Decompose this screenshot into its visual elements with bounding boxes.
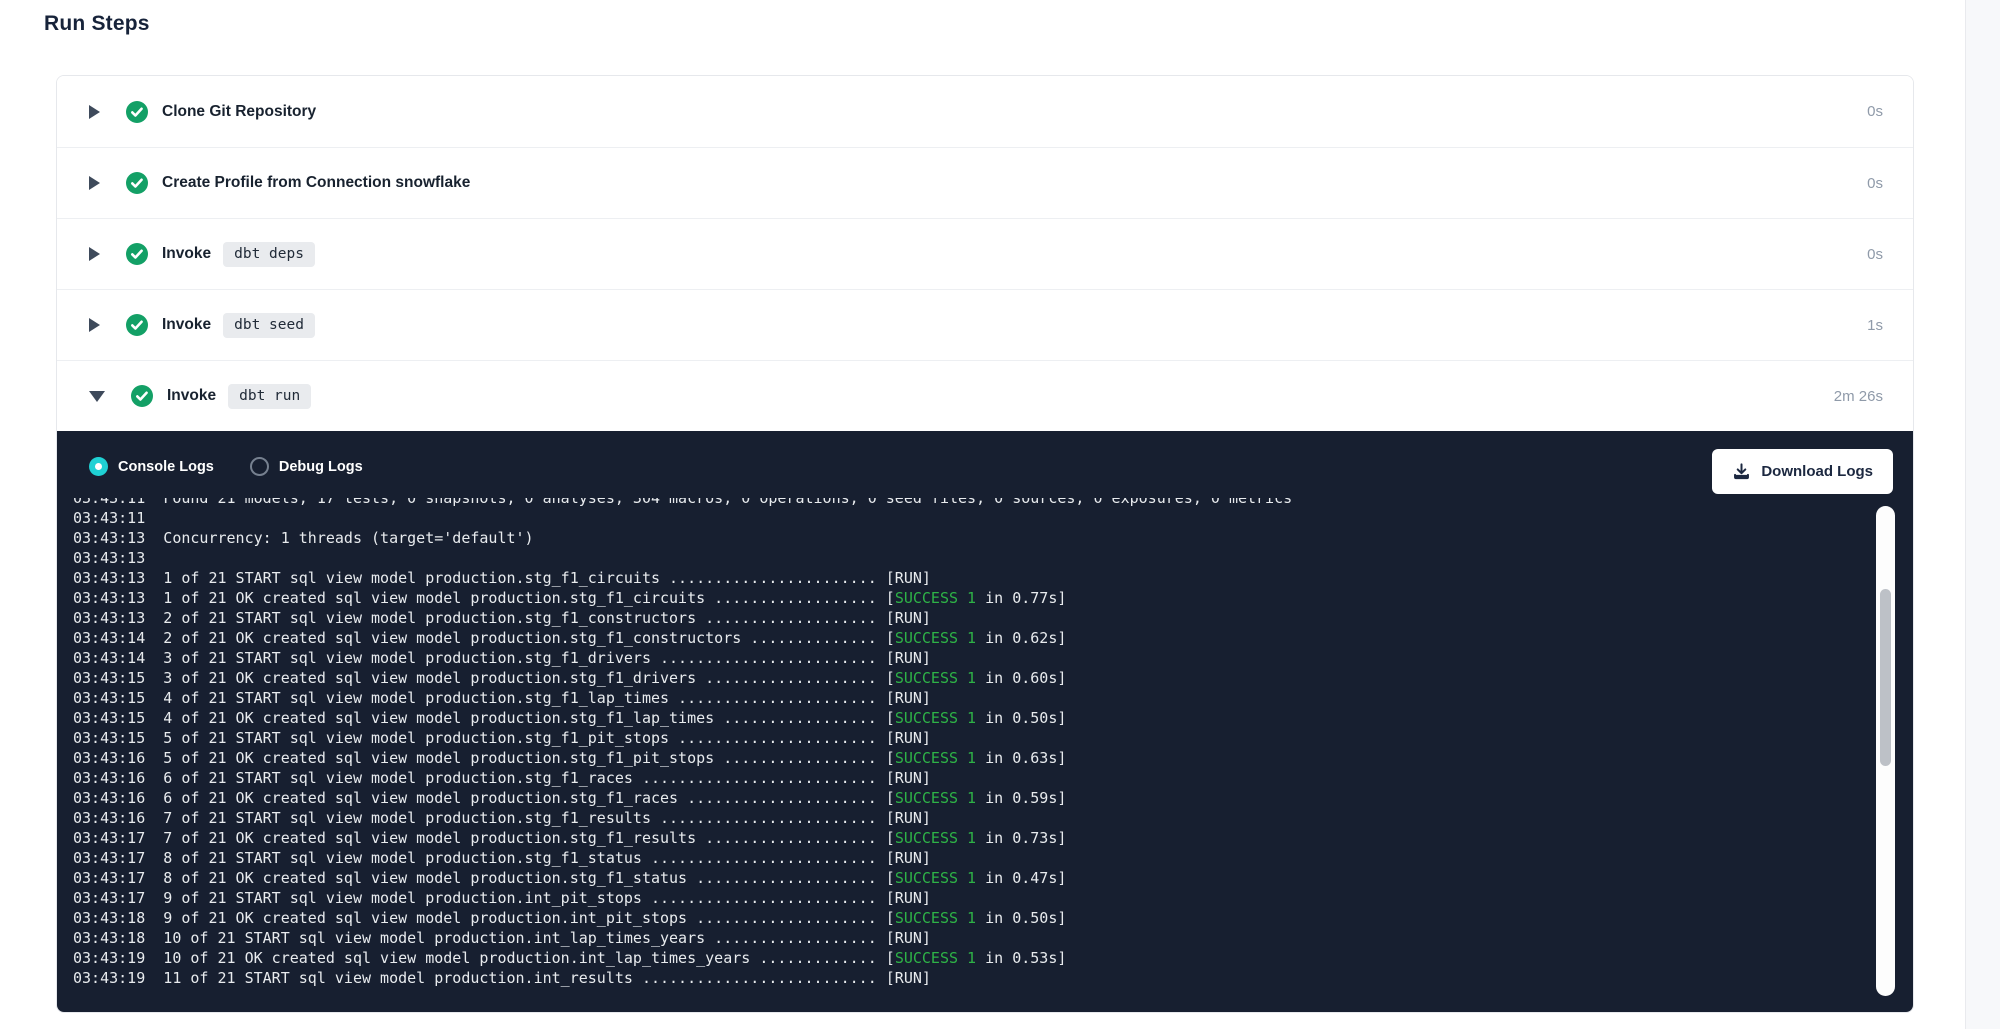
step-duration: 0s [1867, 103, 1883, 120]
step-duration: 2m 26s [1834, 388, 1883, 405]
step-duration: 0s [1867, 246, 1883, 263]
step-label: Create Profile from Connection snowflake [162, 174, 470, 192]
log-line: 03:43:17 7 of 21 OK created sql view mod… [73, 828, 1867, 848]
step-expander-triangle-icon [89, 247, 100, 261]
log-line: 03:43:14 2 of 21 OK created sql view mod… [73, 628, 1867, 648]
log-line: 03:43:16 5 of 21 OK created sql view mod… [73, 748, 1867, 768]
log-line: 03:43:16 6 of 21 START sql view model pr… [73, 768, 1867, 788]
log-line: 03:43:15 4 of 21 START sql view model pr… [73, 688, 1867, 708]
step-row[interactable]: Invoke dbt deps 0s [57, 218, 1913, 289]
download-logs-label: Download Logs [1761, 463, 1873, 480]
log-line: 03:43:15 3 of 21 OK created sql view mod… [73, 668, 1867, 688]
step-expander-triangle-icon [89, 176, 100, 190]
run-steps-card: Clone Git Repository 0s Create Profile f… [56, 75, 1914, 1013]
console-logs-radio[interactable] [89, 457, 108, 476]
step-success-check-icon [126, 243, 148, 265]
log-line: 03:43:17 9 of 21 START sql view model pr… [73, 888, 1867, 908]
log-line: 03:43:18 10 of 21 START sql view model p… [73, 928, 1867, 948]
step-row[interactable]: Create Profile from Connection snowflake… [57, 147, 1913, 218]
log-scrollbar-track[interactable] [1876, 506, 1895, 996]
log-line: 03:43:13 [73, 548, 1867, 568]
log-line: 03:43:16 6 of 21 OK created sql view mod… [73, 788, 1867, 808]
step-success-check-icon [131, 385, 153, 407]
log-line: 03:43:16 7 of 21 START sql view model pr… [73, 808, 1867, 828]
download-logs-button[interactable]: Download Logs [1712, 449, 1893, 494]
step-label: Invoke [162, 245, 211, 263]
step-command-badge: dbt seed [223, 313, 315, 338]
log-output: 03:43:11 Found 21 models, 17 tests, 0 sn… [73, 498, 1867, 988]
log-line: 03:43:11 Found 21 models, 17 tests, 0 sn… [73, 498, 1867, 508]
console-logs-label: Console Logs [118, 459, 214, 475]
log-output-viewport[interactable]: 03:43:11 Found 21 models, 17 tests, 0 sn… [73, 498, 1867, 1000]
log-line: 03:43:19 10 of 21 OK created sql view mo… [73, 948, 1867, 968]
log-line: 03:43:15 5 of 21 START sql view model pr… [73, 728, 1867, 748]
step-command-badge: dbt deps [223, 242, 315, 267]
log-line: 03:43:17 8 of 21 OK created sql view mod… [73, 868, 1867, 888]
step-label: Clone Git Repository [162, 103, 316, 121]
step-success-check-icon [126, 314, 148, 336]
step-row[interactable]: Invoke dbt seed 1s [57, 289, 1913, 360]
step-duration: 1s [1867, 317, 1883, 334]
page-title: Run Steps [44, 12, 150, 36]
step-label: Invoke [162, 316, 211, 334]
debug-logs-radio[interactable] [250, 457, 269, 476]
log-line: 03:43:17 8 of 21 START sql view model pr… [73, 848, 1867, 868]
log-panel-header: Console Logs Debug Logs Download Logs [57, 431, 1913, 498]
step-duration: 0s [1867, 175, 1883, 192]
step-success-check-icon [126, 172, 148, 194]
step-label: Invoke [167, 387, 216, 405]
step-expander-triangle-icon [89, 105, 100, 119]
log-line: 03:43:14 3 of 21 START sql view model pr… [73, 648, 1867, 668]
log-line: 03:43:11 [73, 508, 1867, 528]
radio-dot [95, 463, 102, 470]
debug-logs-label: Debug Logs [279, 459, 363, 475]
step-expander-triangle-icon [89, 318, 100, 332]
step-expander-triangle-icon [89, 391, 105, 402]
page-right-gutter [1965, 0, 2000, 1029]
step-command-badge: dbt run [228, 384, 311, 409]
log-line: 03:43:13 2 of 21 START sql view model pr… [73, 608, 1867, 628]
step-success-check-icon [126, 101, 148, 123]
log-line: 03:43:18 9 of 21 OK created sql view mod… [73, 908, 1867, 928]
log-line: 03:43:13 1 of 21 OK created sql view mod… [73, 588, 1867, 608]
log-line: 03:43:13 1 of 21 START sql view model pr… [73, 568, 1867, 588]
download-icon [1732, 462, 1751, 481]
log-line: 03:43:19 11 of 21 START sql view model p… [73, 968, 1867, 988]
run-steps-list: Clone Git Repository 0s Create Profile f… [57, 76, 1913, 431]
console-logs-radio-option[interactable]: Console Logs [89, 457, 214, 476]
console-log-panel: Console Logs Debug Logs Download Logs 03:… [57, 431, 1913, 1013]
step-row[interactable]: Clone Git Repository 0s [57, 76, 1913, 147]
log-scrollbar-thumb[interactable] [1880, 589, 1891, 766]
log-tabs-radio-group: Console Logs Debug Logs [89, 457, 363, 476]
log-line: 03:43:13 Concurrency: 1 threads (target=… [73, 528, 1867, 548]
step-row[interactable]: Invoke dbt run 2m 26s [57, 360, 1913, 431]
log-line: 03:43:15 4 of 21 OK created sql view mod… [73, 708, 1867, 728]
debug-logs-radio-option[interactable]: Debug Logs [250, 457, 363, 476]
